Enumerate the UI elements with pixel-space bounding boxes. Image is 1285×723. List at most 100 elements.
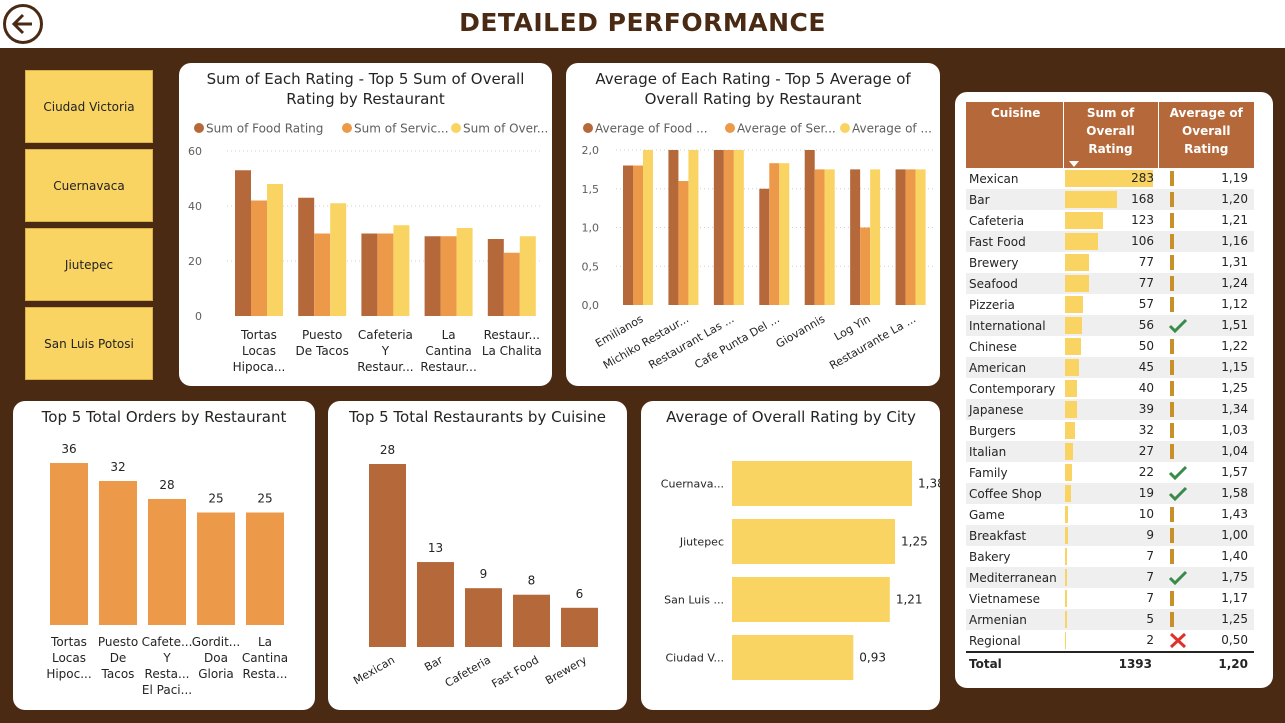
- table-row[interactable]: Breakfast 9 1,00: [966, 525, 1254, 546]
- bar-indicator-icon: [1168, 359, 1188, 376]
- cell-avg: 1,21: [1158, 210, 1254, 231]
- table-row[interactable]: Game 10 1,43: [966, 504, 1254, 525]
- cell-cuisine: Family: [969, 465, 1008, 480]
- table-row[interactable]: Chinese 50 1,22: [966, 336, 1254, 357]
- table-row[interactable]: Seafood 77 1,24: [966, 273, 1254, 294]
- cell-sum: 56: [1063, 315, 1158, 336]
- avg-rating-chart: Average of Each Rating - Top 5 Average o…: [582, 70, 934, 372]
- cell-sum-value: 27: [1138, 444, 1154, 458]
- table-row[interactable]: Burgers 32 1,03: [966, 420, 1254, 441]
- cell-sum-value: 7: [1146, 591, 1154, 605]
- cell-sum-value: 10: [1138, 507, 1154, 521]
- slicer-jiutepec[interactable]: Jiutepec: [25, 228, 153, 301]
- y-tick-label: 1,5: [582, 183, 600, 196]
- table-row[interactable]: Mexican 283 1,19: [966, 168, 1254, 189]
- table-row[interactable]: Pizzeria 57 1,12: [966, 294, 1254, 315]
- bar-4: [246, 512, 284, 625]
- avg-rating-card: Average of Each Rating - Top 5 Average o…: [566, 63, 940, 386]
- sum-data-bar: [1065, 191, 1118, 208]
- legend-label-2: Sum of Over...: [463, 122, 548, 136]
- cross-icon: [1168, 632, 1188, 649]
- bar-series1-cat1: [678, 181, 689, 305]
- bar-series0-cat0: [623, 165, 633, 305]
- cell-sum-value: 40: [1138, 381, 1154, 395]
- table-row[interactable]: American 45 1,15: [966, 357, 1254, 378]
- table-row[interactable]: Bar 168 1,20: [966, 189, 1254, 210]
- cell-avg: 1,25: [1158, 609, 1254, 630]
- x-tick-label: Locas: [52, 651, 86, 665]
- city-chart: Average of Overall Rating by City Cuernav…: [661, 408, 945, 680]
- data-label: 36: [61, 442, 76, 456]
- legend-label-1: Average of Ser...: [737, 122, 836, 136]
- cell-sum-value: 2: [1146, 633, 1154, 647]
- table-row[interactable]: Brewery 77 1,31: [966, 252, 1254, 273]
- cell-avg-value: 1,12: [1221, 297, 1248, 311]
- x-tick-label: La Chalita: [482, 344, 542, 358]
- cell-sum: 5: [1063, 609, 1158, 630]
- table-row[interactable]: Bakery 7 1,40: [966, 546, 1254, 567]
- chart-title: Top 5 Total Orders by Restaurant: [41, 408, 287, 426]
- cell-avg-value: 1,03: [1221, 423, 1248, 437]
- data-label: 32: [110, 460, 125, 474]
- bar-series2-cat4: [824, 169, 835, 305]
- cell-sum-value: 283: [1131, 171, 1154, 185]
- table-total-row: Total 1393 1,20: [966, 651, 1254, 675]
- x-tick-label: Resta...: [145, 667, 190, 681]
- cell-sum-value: 77: [1138, 255, 1154, 269]
- bar-0: [369, 464, 406, 647]
- column-header-sum[interactable]: Sum of Overall Rating: [1063, 102, 1159, 168]
- cell-sum-value: 39: [1138, 402, 1154, 416]
- x-tick-label: Resta...: [243, 667, 288, 681]
- table-row[interactable]: Coffee Shop 19 1,58: [966, 483, 1254, 504]
- table-row[interactable]: Contemporary 40 1,25: [966, 378, 1254, 399]
- y-tick-label: 0,5: [582, 260, 600, 273]
- cell-cuisine: Mediterranean: [966, 567, 1063, 588]
- x-tick-label: Mexican: [351, 653, 397, 687]
- check-icon: [1168, 317, 1188, 334]
- table-row[interactable]: International 56 1,51: [966, 315, 1254, 336]
- legend-label-0: Sum of Food Rating: [206, 122, 323, 136]
- column-header-sum-label: Sum of Overall Rating: [1086, 106, 1135, 156]
- check-icon: [1168, 485, 1188, 502]
- bar-series2-cat6: [915, 169, 926, 305]
- cell-sum-value: 57: [1138, 297, 1154, 311]
- table-row[interactable]: Fast Food 106 1,16: [966, 231, 1254, 252]
- cell-avg: 1,34: [1158, 399, 1254, 420]
- total-sum: 1393: [1063, 651, 1158, 675]
- bar-indicator-icon: [1168, 212, 1188, 229]
- table-row[interactable]: Japanese 39 1,34: [966, 399, 1254, 420]
- table-row[interactable]: Mediterranean 7 1,75: [966, 567, 1254, 588]
- table-row[interactable]: Armenian 5 1,25: [966, 609, 1254, 630]
- table-row[interactable]: Vietnamese 7 1,17: [966, 588, 1254, 609]
- sum-data-bar: [1065, 338, 1081, 355]
- cell-sum-value: 77: [1138, 276, 1154, 290]
- column-header-avg[interactable]: Average of Overall Rating: [1158, 102, 1254, 168]
- x-tick-label: Tacos: [101, 667, 135, 681]
- check-icon: [1168, 464, 1188, 481]
- slicer-cuernavaca[interactable]: Cuernavaca: [25, 149, 153, 222]
- cell-avg-value: 1,57: [1221, 465, 1248, 479]
- table-row[interactable]: Family 22 1,57: [966, 462, 1254, 483]
- slicer-ciudad-victoria[interactable]: Ciudad Victoria: [25, 70, 153, 143]
- data-label: 0,93: [859, 651, 886, 665]
- cell-avg: 1,31: [1158, 252, 1254, 273]
- sum-rating-chart: Sum of Each Rating - Top 5 Sum of Overal…: [188, 70, 548, 374]
- cell-sum-value: 56: [1138, 318, 1154, 332]
- cell-sum: 45: [1063, 357, 1158, 378]
- table-row[interactable]: Regional 2 0,50: [966, 630, 1254, 652]
- cell-avg-value: 1,00: [1221, 528, 1248, 542]
- cell-avg: 1,22: [1158, 336, 1254, 357]
- sum-data-bar: [1065, 401, 1078, 418]
- table-row[interactable]: Cafeteria 123 1,21: [966, 210, 1254, 231]
- table-row[interactable]: Italian 27 1,04: [966, 441, 1254, 462]
- sum-data-bar: [1065, 548, 1068, 565]
- column-header-cuisine[interactable]: Cuisine: [966, 102, 1064, 168]
- slicer-san-luis-potosi[interactable]: San Luis Potosi: [25, 307, 153, 380]
- sum-data-bar: [1065, 464, 1072, 481]
- cell-sum-value: 123: [1131, 213, 1154, 227]
- data-label: 25: [208, 492, 223, 506]
- cell-cuisine: Burgers: [969, 423, 1016, 438]
- cuisine-table: Cuisine Sum of Overall Rating Average of…: [966, 102, 1254, 675]
- x-tick-label: Hipoca...: [233, 360, 286, 374]
- sum-data-bar: [1065, 359, 1079, 376]
